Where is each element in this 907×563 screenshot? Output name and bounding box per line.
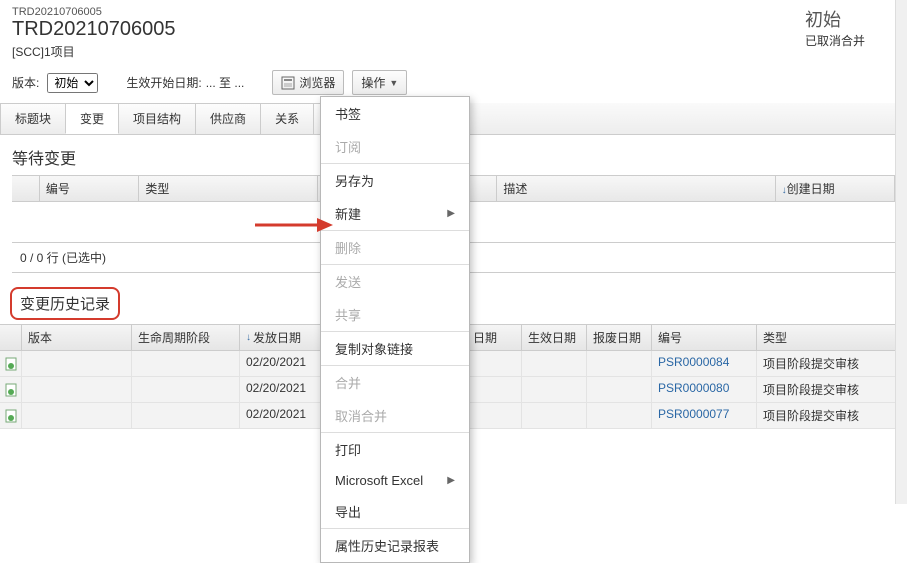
annotation-arrow — [255, 210, 335, 240]
history-col-type[interactable]: 类型 — [757, 325, 907, 350]
status-label: 初始 — [805, 6, 865, 32]
action-dropdown: 书签订阅另存为新建▶删除发送共享复制对象链接合并取消合并打印Microsoft … — [320, 96, 470, 563]
version-label: 版本: — [12, 74, 39, 91]
history-col-date[interactable]: 日期 — [467, 325, 522, 350]
pending-col-code[interactable]: 编号 — [40, 176, 139, 201]
cell-code-link[interactable]: PSR0000077 — [658, 407, 729, 421]
cell-type: 项目阶段提交审核 — [757, 351, 907, 376]
cell-release-date: 02/20/2021 — [240, 403, 322, 428]
cell-code-link[interactable]: PSR0000080 — [658, 381, 729, 395]
menu-item-8: 合并 — [321, 366, 469, 399]
menu-item-5: 发送 — [321, 265, 469, 298]
menu-item-13[interactable]: 属性历史记录报表 — [321, 529, 469, 562]
doc-id-small: TRD20210706005 — [12, 6, 175, 18]
menu-item-11[interactable]: Microsoft Excel▶ — [321, 466, 469, 495]
header: TRD20210706005 TRD20210706005 [SCC]1项目 初… — [0, 0, 907, 64]
menu-item-4: 删除 — [321, 231, 469, 264]
doc-id-large: TRD20210706005 — [12, 18, 175, 41]
scrollbar-stub[interactable] — [895, 0, 907, 504]
chevron-right-icon: ▶ — [447, 208, 455, 219]
menu-item-0[interactable]: 书签 — [321, 97, 469, 130]
sort-down-icon: ↓ — [246, 332, 251, 343]
menu-item-10[interactable]: 打印 — [321, 433, 469, 466]
history-col-release[interactable]: ↓发放日期 — [240, 325, 322, 350]
tab-0[interactable]: 标题块 — [0, 103, 66, 134]
browser-icon — [281, 76, 295, 90]
document-icon — [4, 357, 18, 371]
menu-item-12[interactable]: 导出 — [321, 495, 469, 528]
menu-item-7[interactable]: 复制对象链接 — [321, 332, 469, 365]
pending-col-type[interactable]: 类型 — [139, 176, 318, 201]
history-col-checkbox[interactable] — [0, 325, 22, 350]
menu-item-6: 共享 — [321, 298, 469, 331]
eff-date-label: 生效开始日期: — [126, 74, 201, 91]
browser-button[interactable]: 浏览器 — [272, 70, 344, 95]
cell-release-date: 02/20/2021 — [240, 377, 322, 402]
chevron-right-icon: ▶ — [447, 475, 455, 486]
cell-type: 项目阶段提交审核 — [757, 377, 907, 402]
status-sub: 已取消合并 — [805, 32, 865, 49]
browser-button-label: 浏览器 — [299, 74, 335, 91]
menu-item-2[interactable]: 另存为 — [321, 164, 469, 197]
cell-code-link[interactable]: PSR0000084 — [658, 355, 729, 369]
caret-down-icon: ▼ — [389, 78, 398, 88]
history-title-highlight: 变更历史记录 — [10, 287, 120, 320]
history-col-version[interactable]: 版本 — [22, 325, 132, 350]
pending-col-checkbox[interactable] — [12, 176, 40, 201]
document-icon — [4, 409, 18, 423]
history-col-lifecycle[interactable]: 生命周期阶段 — [132, 325, 240, 350]
tab-1[interactable]: 变更 — [65, 103, 119, 134]
action-button[interactable]: 操作 ▼ — [352, 70, 407, 95]
cell-type: 项目阶段提交审核 — [757, 403, 907, 428]
history-col-dep[interactable]: 报废日期 — [587, 325, 652, 350]
menu-item-1: 订阅 — [321, 130, 469, 163]
eff-date-value: ... 至 ... — [206, 74, 245, 91]
history-col-code[interactable]: 编号 — [652, 325, 757, 350]
menu-item-9: 取消合并 — [321, 399, 469, 432]
cell-release-date: 02/20/2021 — [240, 351, 322, 376]
doc-subtitle: [SCC]1项目 — [12, 43, 175, 60]
menu-item-3[interactable]: 新建▶ — [321, 197, 469, 230]
pending-col-desc[interactable]: 描述 — [497, 176, 775, 201]
tab-4[interactable]: 关系 — [260, 103, 314, 134]
tab-2[interactable]: 项目结构 — [118, 103, 196, 134]
action-button-label: 操作 — [361, 74, 385, 91]
document-icon — [4, 383, 18, 397]
version-select[interactable]: 初始 — [47, 73, 98, 93]
history-col-eff[interactable]: 生效日期 — [522, 325, 587, 350]
pending-col-create[interactable]: ↓创建日期 — [776, 176, 895, 201]
tab-3[interactable]: 供应商 — [195, 103, 261, 134]
